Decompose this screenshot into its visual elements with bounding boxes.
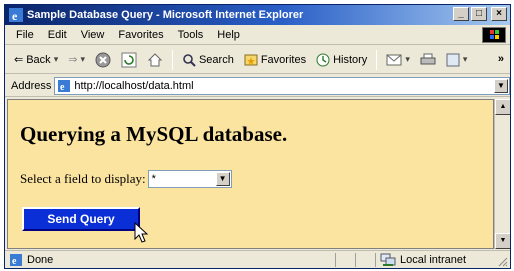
field-select-value: * bbox=[151, 173, 156, 185]
toolbar-separator bbox=[171, 49, 173, 70]
menu-edit[interactable]: Edit bbox=[41, 29, 74, 41]
security-zone: Local intranet bbox=[375, 252, 505, 267]
page-icon: e bbox=[58, 79, 71, 93]
home-icon bbox=[147, 52, 163, 66]
maximize-button[interactable]: □ bbox=[471, 7, 487, 21]
toolbar-overflow-icon[interactable]: » bbox=[498, 53, 504, 65]
favorites-icon bbox=[244, 54, 258, 65]
address-field[interactable]: e http://localhost/data.html ▼ bbox=[54, 76, 510, 95]
search-label: Search bbox=[198, 53, 234, 66]
page-title: Querying a MySQL database. bbox=[20, 122, 288, 146]
address-dropdown-icon[interactable]: ▼ bbox=[494, 78, 508, 93]
address-label: Address bbox=[11, 79, 52, 92]
vertical-scrollbar[interactable]: ▲ ▼ bbox=[494, 99, 510, 249]
svg-text:e: e bbox=[60, 82, 65, 93]
status-cell bbox=[335, 252, 355, 267]
home-button[interactable] bbox=[144, 50, 166, 70]
select-dropdown-icon[interactable]: ▼ bbox=[215, 172, 230, 186]
refresh-icon bbox=[121, 52, 137, 67]
history-button[interactable]: History bbox=[313, 51, 370, 69]
status-cell bbox=[355, 252, 375, 267]
page-done-icon: e bbox=[10, 253, 22, 267]
edit-button[interactable]: ▾ bbox=[443, 51, 471, 69]
toolbar: ⇐ Back ▾ ⇒ ▾ Search Favorites History ▾ … bbox=[5, 46, 510, 74]
intranet-icon bbox=[380, 253, 396, 266]
forward-button[interactable]: ⇒ ▾ bbox=[65, 51, 88, 68]
mouse-cursor-icon bbox=[134, 222, 149, 243]
status-bar: e Done Local intranet bbox=[5, 250, 510, 268]
send-query-button[interactable]: Send Query bbox=[22, 207, 140, 231]
internet-explorer-icon: e bbox=[9, 8, 23, 22]
print-icon bbox=[420, 53, 436, 64]
address-bar: Address e http://localhost/data.html ▼ bbox=[5, 75, 510, 97]
back-button[interactable]: ⇐ Back ▾ bbox=[11, 51, 61, 68]
scroll-down-icon[interactable]: ▼ bbox=[495, 233, 510, 249]
stop-icon bbox=[95, 52, 111, 67]
status-text: Done bbox=[27, 253, 54, 266]
stop-button[interactable] bbox=[92, 50, 114, 70]
history-label: History bbox=[333, 53, 368, 66]
field-select[interactable]: * ▼ bbox=[147, 170, 232, 188]
windows-logo-icon bbox=[482, 27, 506, 43]
menu-file[interactable]: File bbox=[9, 29, 41, 41]
menu-tools[interactable]: Tools bbox=[171, 29, 211, 41]
search-icon bbox=[183, 53, 196, 67]
forward-arrow-icon: ⇒ bbox=[68, 54, 78, 66]
title-bar[interactable]: e Sample Database Query - Microsoft Inte… bbox=[5, 5, 510, 25]
refresh-button[interactable] bbox=[118, 50, 140, 70]
back-label: Back bbox=[26, 53, 51, 66]
mail-dropdown-icon[interactable]: ▾ bbox=[405, 54, 410, 65]
back-arrow-icon: ⇐ bbox=[14, 54, 24, 66]
svg-text:e: e bbox=[12, 9, 18, 22]
svg-text:e: e bbox=[12, 256, 17, 267]
minimize-button[interactable]: _ bbox=[453, 7, 469, 21]
mail-icon bbox=[386, 54, 402, 65]
favorites-label: Favorites bbox=[260, 53, 307, 66]
menu-help[interactable]: Help bbox=[210, 29, 247, 41]
search-button[interactable]: Search bbox=[179, 51, 237, 69]
favorites-button[interactable]: Favorites bbox=[241, 51, 309, 69]
forward-dropdown-icon[interactable]: ▾ bbox=[80, 54, 85, 65]
edit-page-icon bbox=[446, 53, 460, 66]
field-select-row: Select a field to display: * ▼ bbox=[20, 170, 232, 188]
close-button[interactable]: × bbox=[491, 7, 507, 21]
back-dropdown-icon[interactable]: ▾ bbox=[54, 54, 59, 65]
menu-bar: File Edit View Favorites Tools Help bbox=[5, 25, 510, 45]
page-content: Querying a MySQL database. Select a fiel… bbox=[7, 99, 494, 249]
scroll-up-icon[interactable]: ▲ bbox=[495, 99, 510, 115]
window-title: Sample Database Query - Microsoft Intern… bbox=[27, 9, 304, 21]
field-label: Select a field to display: bbox=[20, 171, 146, 186]
menu-favorites[interactable]: Favorites bbox=[111, 29, 170, 41]
toolbar-separator bbox=[376, 49, 378, 70]
browser-window: e Sample Database Query - Microsoft Inte… bbox=[4, 4, 511, 269]
zone-text: Local intranet bbox=[400, 253, 467, 266]
print-button[interactable] bbox=[417, 51, 439, 69]
address-url: http://localhost/data.html bbox=[74, 79, 194, 92]
history-icon bbox=[316, 53, 330, 66]
edit-dropdown-icon[interactable]: ▾ bbox=[463, 54, 468, 65]
menu-view[interactable]: View bbox=[74, 29, 112, 41]
resize-grip-icon[interactable] bbox=[496, 255, 508, 267]
mail-button[interactable]: ▾ bbox=[383, 51, 413, 69]
